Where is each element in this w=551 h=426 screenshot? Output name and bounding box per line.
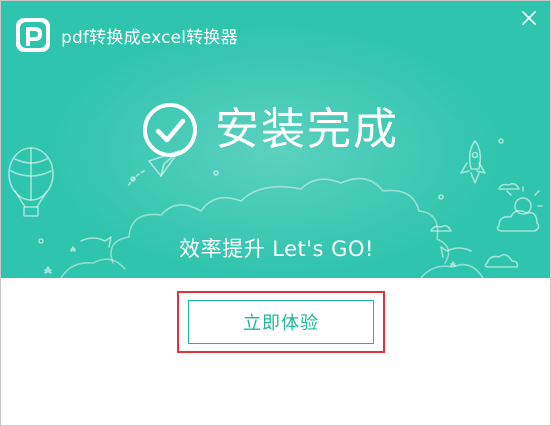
install-complete-text: 安装完成	[215, 104, 399, 155]
cloud-outline	[60, 177, 484, 278]
try-now-button[interactable]: 立即体验	[188, 300, 374, 344]
installer-window: pdf转换成excel转换器 安装完成 效率提升 Let's GO! 立即体验	[0, 0, 551, 426]
check-circle-icon	[143, 103, 197, 157]
app-title: pdf转换成excel转换器	[61, 27, 238, 48]
close-icon	[522, 11, 536, 25]
slogan-text: 效率提升 Let's GO!	[179, 237, 374, 261]
install-complete-heading: 安装完成	[141, 101, 399, 159]
hot-air-balloon-icon	[8, 147, 54, 217]
pdf-logo-icon	[16, 18, 50, 52]
close-button[interactable]	[518, 7, 540, 29]
title-bar: pdf转换成excel转换器	[15, 15, 238, 55]
action-area: 立即体验	[1, 278, 550, 425]
hero-banner: pdf转换成excel转换器 安装完成 效率提升 Let's GO!	[1, 1, 550, 278]
highlight-annotation: 立即体验	[177, 291, 385, 353]
rocket-icon	[460, 140, 486, 184]
sun-cloud-icon	[496, 186, 543, 232]
